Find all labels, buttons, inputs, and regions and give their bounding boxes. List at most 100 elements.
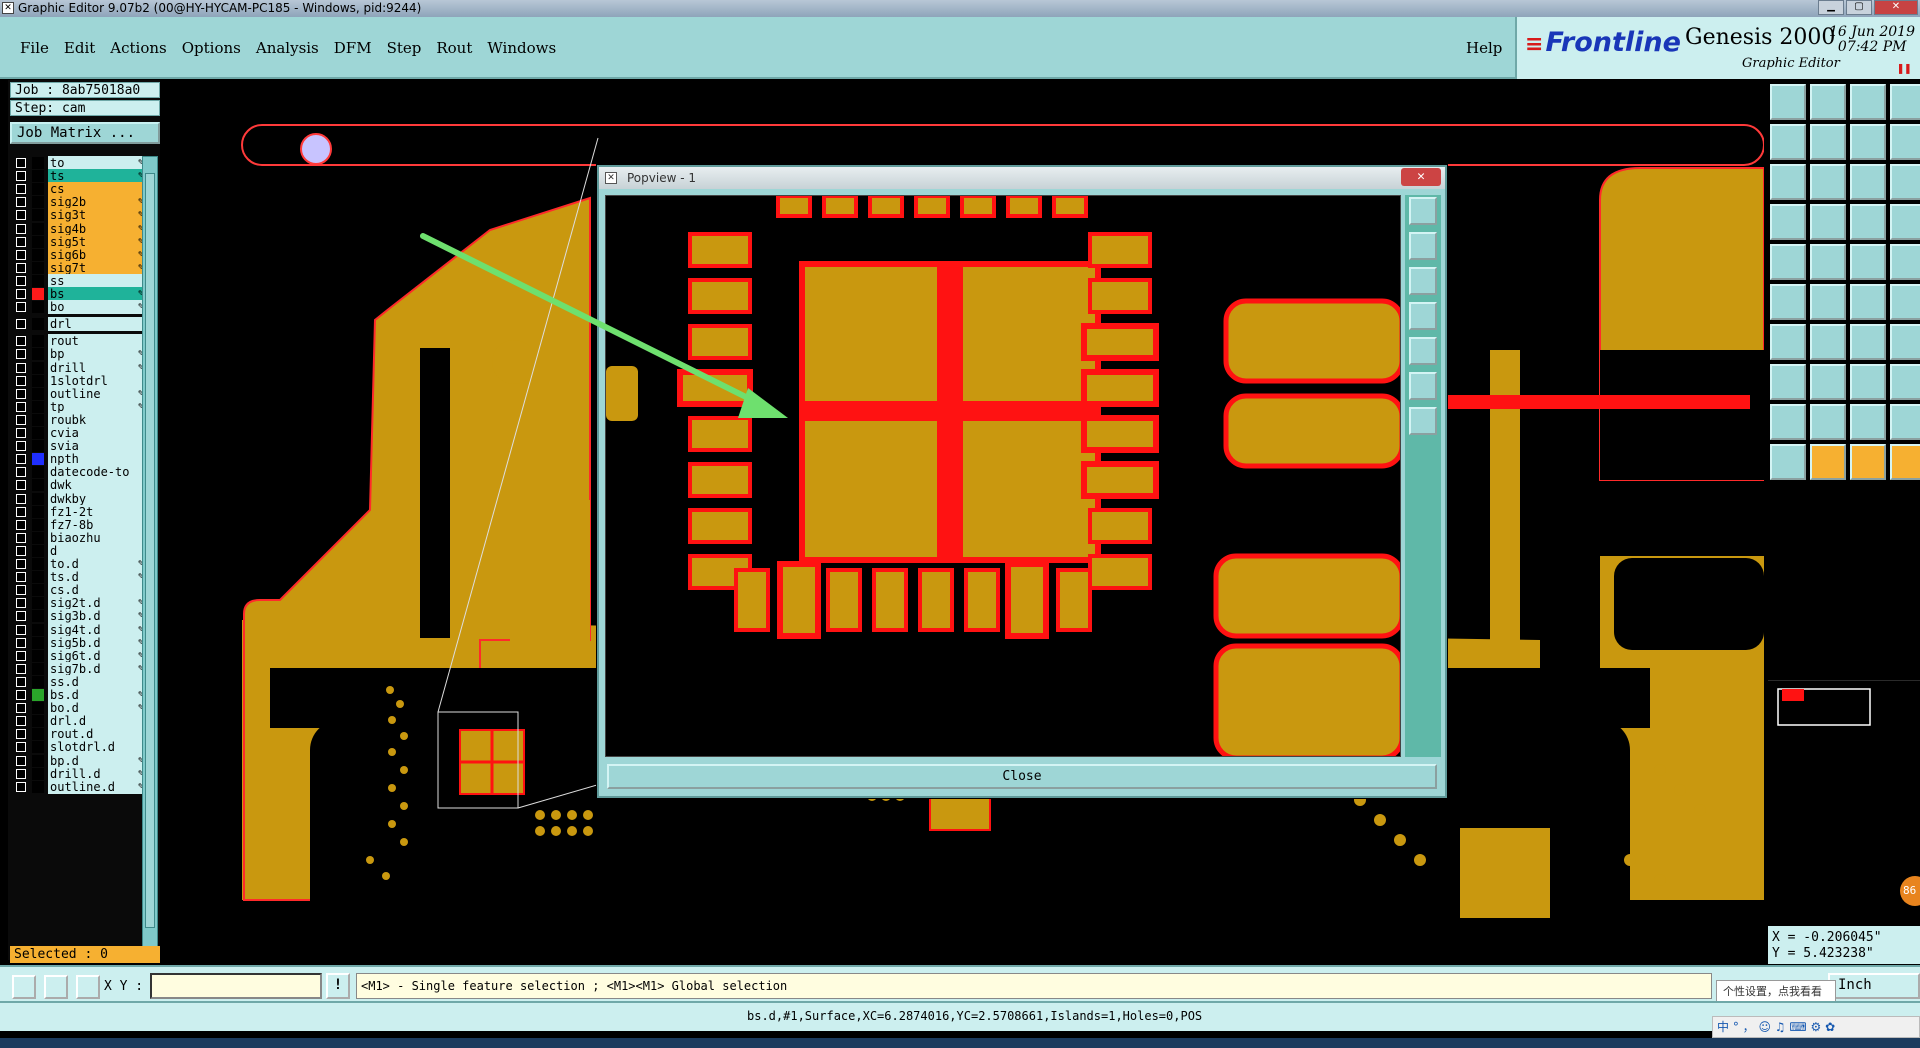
layer-name[interactable]: svia [48,439,142,454]
layer-checkbox[interactable] [16,171,26,182]
layer-name[interactable]: sig3t ✎ [48,208,144,223]
layer-row[interactable]: sig5t ✎ [12,234,144,249]
net-icon[interactable] [1770,284,1806,320]
copy-icon[interactable] [1890,364,1920,400]
layer-name[interactable]: sig3b.d ✎ [48,609,144,624]
layer-name[interactable]: bs.d ✎ [48,688,144,702]
zoom-out-icon[interactable] [1409,267,1437,295]
layer-name[interactable]: datecode-to [48,465,142,480]
measure-icon[interactable] [1850,244,1886,280]
layer-checkbox[interactable] [16,236,26,247]
layer-checkbox[interactable] [16,650,26,661]
text-icon[interactable] [1770,404,1806,440]
layer-checkbox[interactable] [16,184,26,195]
layer-checkbox[interactable] [16,545,26,556]
snap-icon[interactable] [1770,204,1806,240]
layer-row[interactable]: sig4t.d ✎ [12,622,144,637]
fit-icon[interactable] [1770,164,1806,200]
layer-checkbox[interactable] [16,275,26,286]
layer-name[interactable]: sig5t ✎ [48,234,144,249]
layer-name[interactable]: outline.d ✎ [48,779,144,794]
select-icon[interactable] [1770,244,1806,280]
ime-mode[interactable]: 中 [1717,1020,1729,1034]
layer-checkbox[interactable] [16,319,26,330]
layer-checkbox[interactable] [16,493,26,504]
redo-icon[interactable] [1890,124,1920,160]
menu-help[interactable]: Help [1466,39,1502,57]
layer-checkbox[interactable] [16,210,26,221]
layer-row[interactable]: sig7b.d ✎ [12,661,144,676]
add-icon[interactable] [1850,284,1886,320]
trace-icon[interactable] [1810,364,1846,400]
layer-row[interactable]: to ✎ [12,156,144,170]
circle-icon[interactable] [1890,244,1920,280]
split-icon[interactable] [1850,364,1886,400]
layer-row[interactable]: sig2t.d ✎ [12,596,144,611]
arc-icon[interactable] [1770,324,1806,360]
layer-checkbox[interactable] [16,349,26,360]
measure-icon[interactable] [44,975,68,999]
grid-icon[interactable] [1810,204,1846,240]
layer-checkbox[interactable] [16,559,26,569]
scale-icon[interactable] [1850,164,1886,200]
layer-name[interactable]: sig4b ✎ [48,221,144,236]
shape-icon[interactable] [1890,404,1920,440]
grid-icon[interactable] [76,975,100,999]
xy-input[interactable] [150,973,322,999]
menu-rout[interactable]: Rout [436,39,472,57]
zoom-in-icon[interactable] [1409,232,1437,260]
layer-checkbox[interactable] [16,362,26,373]
popview-close-icon[interactable]: ✕ [1401,168,1441,186]
layer-name[interactable]: roubk [48,412,142,427]
layer-checkbox[interactable] [16,302,26,313]
layer-checkbox[interactable] [16,375,26,386]
layer-row[interactable]: sig3b.d ✎ [12,609,144,624]
layer-row[interactable]: biaozhu [12,530,142,545]
layer-checkbox[interactable] [16,755,26,766]
layer-name[interactable]: biaozhu [48,530,142,545]
layer-row[interactable]: sig4b ✎ [12,221,144,236]
line-icon[interactable] [1890,284,1920,320]
minimize-button[interactable]: ▁ [1818,0,1844,15]
layer-row[interactable]: bo.d ✎ [12,701,144,716]
job-matrix-button[interactable]: Job Matrix ... [10,122,160,144]
pan-right-icon[interactable] [1409,337,1437,365]
layer-name[interactable]: drl.d [48,714,142,729]
layer-name[interactable]: fz1-2t [48,504,142,519]
layer-name[interactable]: bo ✎ [48,300,144,315]
pause-icon[interactable]: ❚❚ [1897,61,1911,75]
layer-checkbox[interactable] [16,572,26,583]
layer-name[interactable]: ts.d ✎ [48,570,144,585]
layer-checkbox[interactable] [16,262,26,273]
layer-name[interactable]: sig7b.d ✎ [48,661,144,676]
layer-name[interactable]: bp ✎ [48,347,144,362]
layer-row[interactable]: outline.d ✎ [12,779,144,794]
popview-close-button[interactable]: Close [607,764,1437,789]
layer-row[interactable]: sig7t ✎ [12,260,144,275]
zoom-fit-icon[interactable] [1409,197,1437,225]
layer-row[interactable]: drill.d ✎ [12,766,144,781]
layer-name[interactable]: bs ✎ [48,287,144,301]
layer-name[interactable]: slotdrl.d [48,740,142,755]
layer-list-scrollbar[interactable] [142,156,158,948]
dim-icon[interactable] [1850,324,1886,360]
pick-icon[interactable] [1810,444,1846,480]
zoom-out-icon[interactable] [1810,124,1846,160]
save-step-icon[interactable] [1810,84,1846,120]
layer-name[interactable]: sig2t.d ✎ [48,596,144,611]
center-icon[interactable] [1810,164,1846,200]
menu-edit[interactable]: Edit [64,39,95,57]
layer-name[interactable]: sig2b ✎ [48,195,144,210]
layer-row[interactable]: bo ✎ [12,300,144,315]
layer-row[interactable]: outline ✎ [12,386,144,401]
layer-row[interactable]: bs.d ✎ [12,688,144,702]
layer-name[interactable]: ts ✎ [48,169,144,184]
layer-name[interactable]: drill.d ✎ [48,766,144,781]
layer-checkbox[interactable] [16,401,26,412]
maximize-button[interactable]: ▢ [1846,0,1872,15]
layer-checkbox[interactable] [16,637,26,648]
layer-name[interactable]: sig6b ✎ [48,247,144,262]
layer-name[interactable]: sig6t.d ✎ [48,648,144,663]
layer-checkbox[interactable] [16,223,26,234]
undo-icon[interactable] [1850,124,1886,160]
